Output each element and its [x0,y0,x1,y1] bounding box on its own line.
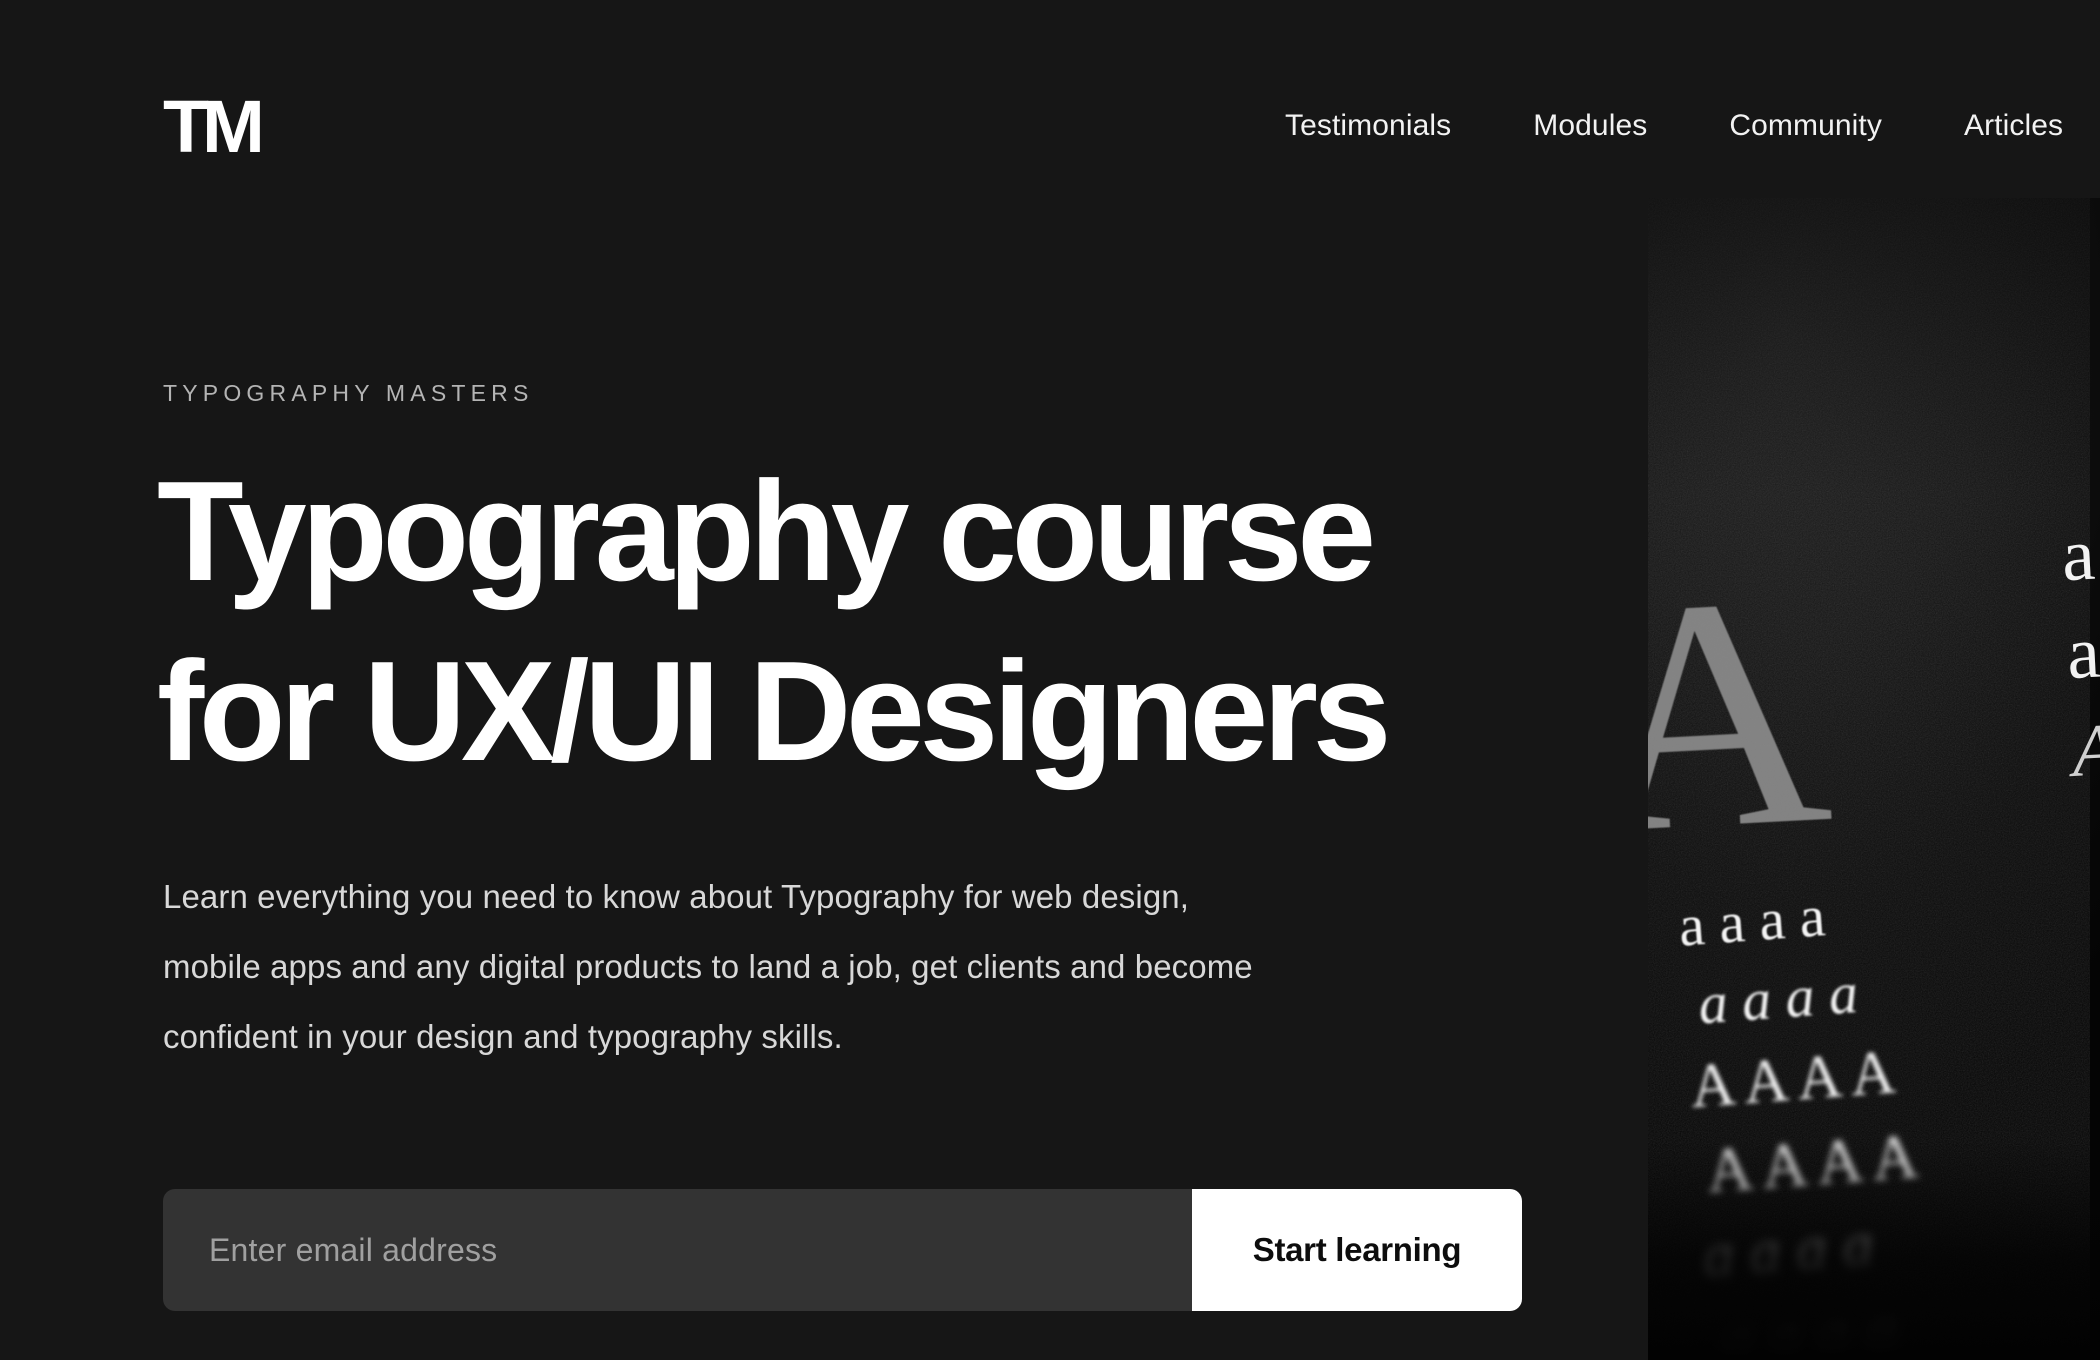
hero-description: Learn everything you need to know about … [163,862,1543,1072]
edge-glyph-2: a [2064,611,2100,696]
start-learning-button[interactable]: Start learning [1192,1189,1522,1311]
typography-masters-logo[interactable]: TM [163,85,265,168]
nav-item-modules[interactable]: Modules [1533,105,1647,147]
photo-bottom-vignette [1648,1140,2100,1360]
nav-item-community[interactable]: Community [1729,105,1882,147]
nav-item-testimonials[interactable]: Testimonials [1285,105,1451,147]
description-line-2: mobile apps and any digital products to … [163,948,1253,985]
edge-glyph-3: A [2069,708,2100,793]
description-line-1: Learn everything you need to know about … [163,878,1190,915]
type-specimen-photo: A a a A a a a a a a a a A A A A A A A A … [1648,198,2100,1360]
headline-line-2: for UX/UI Designers [157,632,1392,791]
site-header: TM Testimonials Modules Community Articl… [0,0,2100,198]
photo-top-vignette [1648,198,2100,498]
edge-glyph-1: a [2059,513,2097,598]
landing-page: TM Testimonials Modules Community Articl… [0,0,2100,1360]
nav-item-articles[interactable]: Articles [1964,105,2063,147]
logo-wordmark: TM [163,85,265,168]
large-serif-a-glyph: A [1648,526,1838,903]
page-title: Typography course for UX/UI Designers [157,442,1392,802]
email-input[interactable] [163,1189,1192,1311]
main-navigation: Testimonials Modules Community Articles [1285,105,2063,147]
email-signup-form: Start learning [163,1189,1522,1311]
headline-line-1: Typography course [157,452,1376,611]
hero-eyebrow: TYPOGRAPHY MASTERS [163,380,534,406]
description-line-3: confident in your design and typography … [163,1018,843,1055]
hero-image-panel: A a a A a a a a a a a a A A A A A A A A … [1648,198,2100,1360]
